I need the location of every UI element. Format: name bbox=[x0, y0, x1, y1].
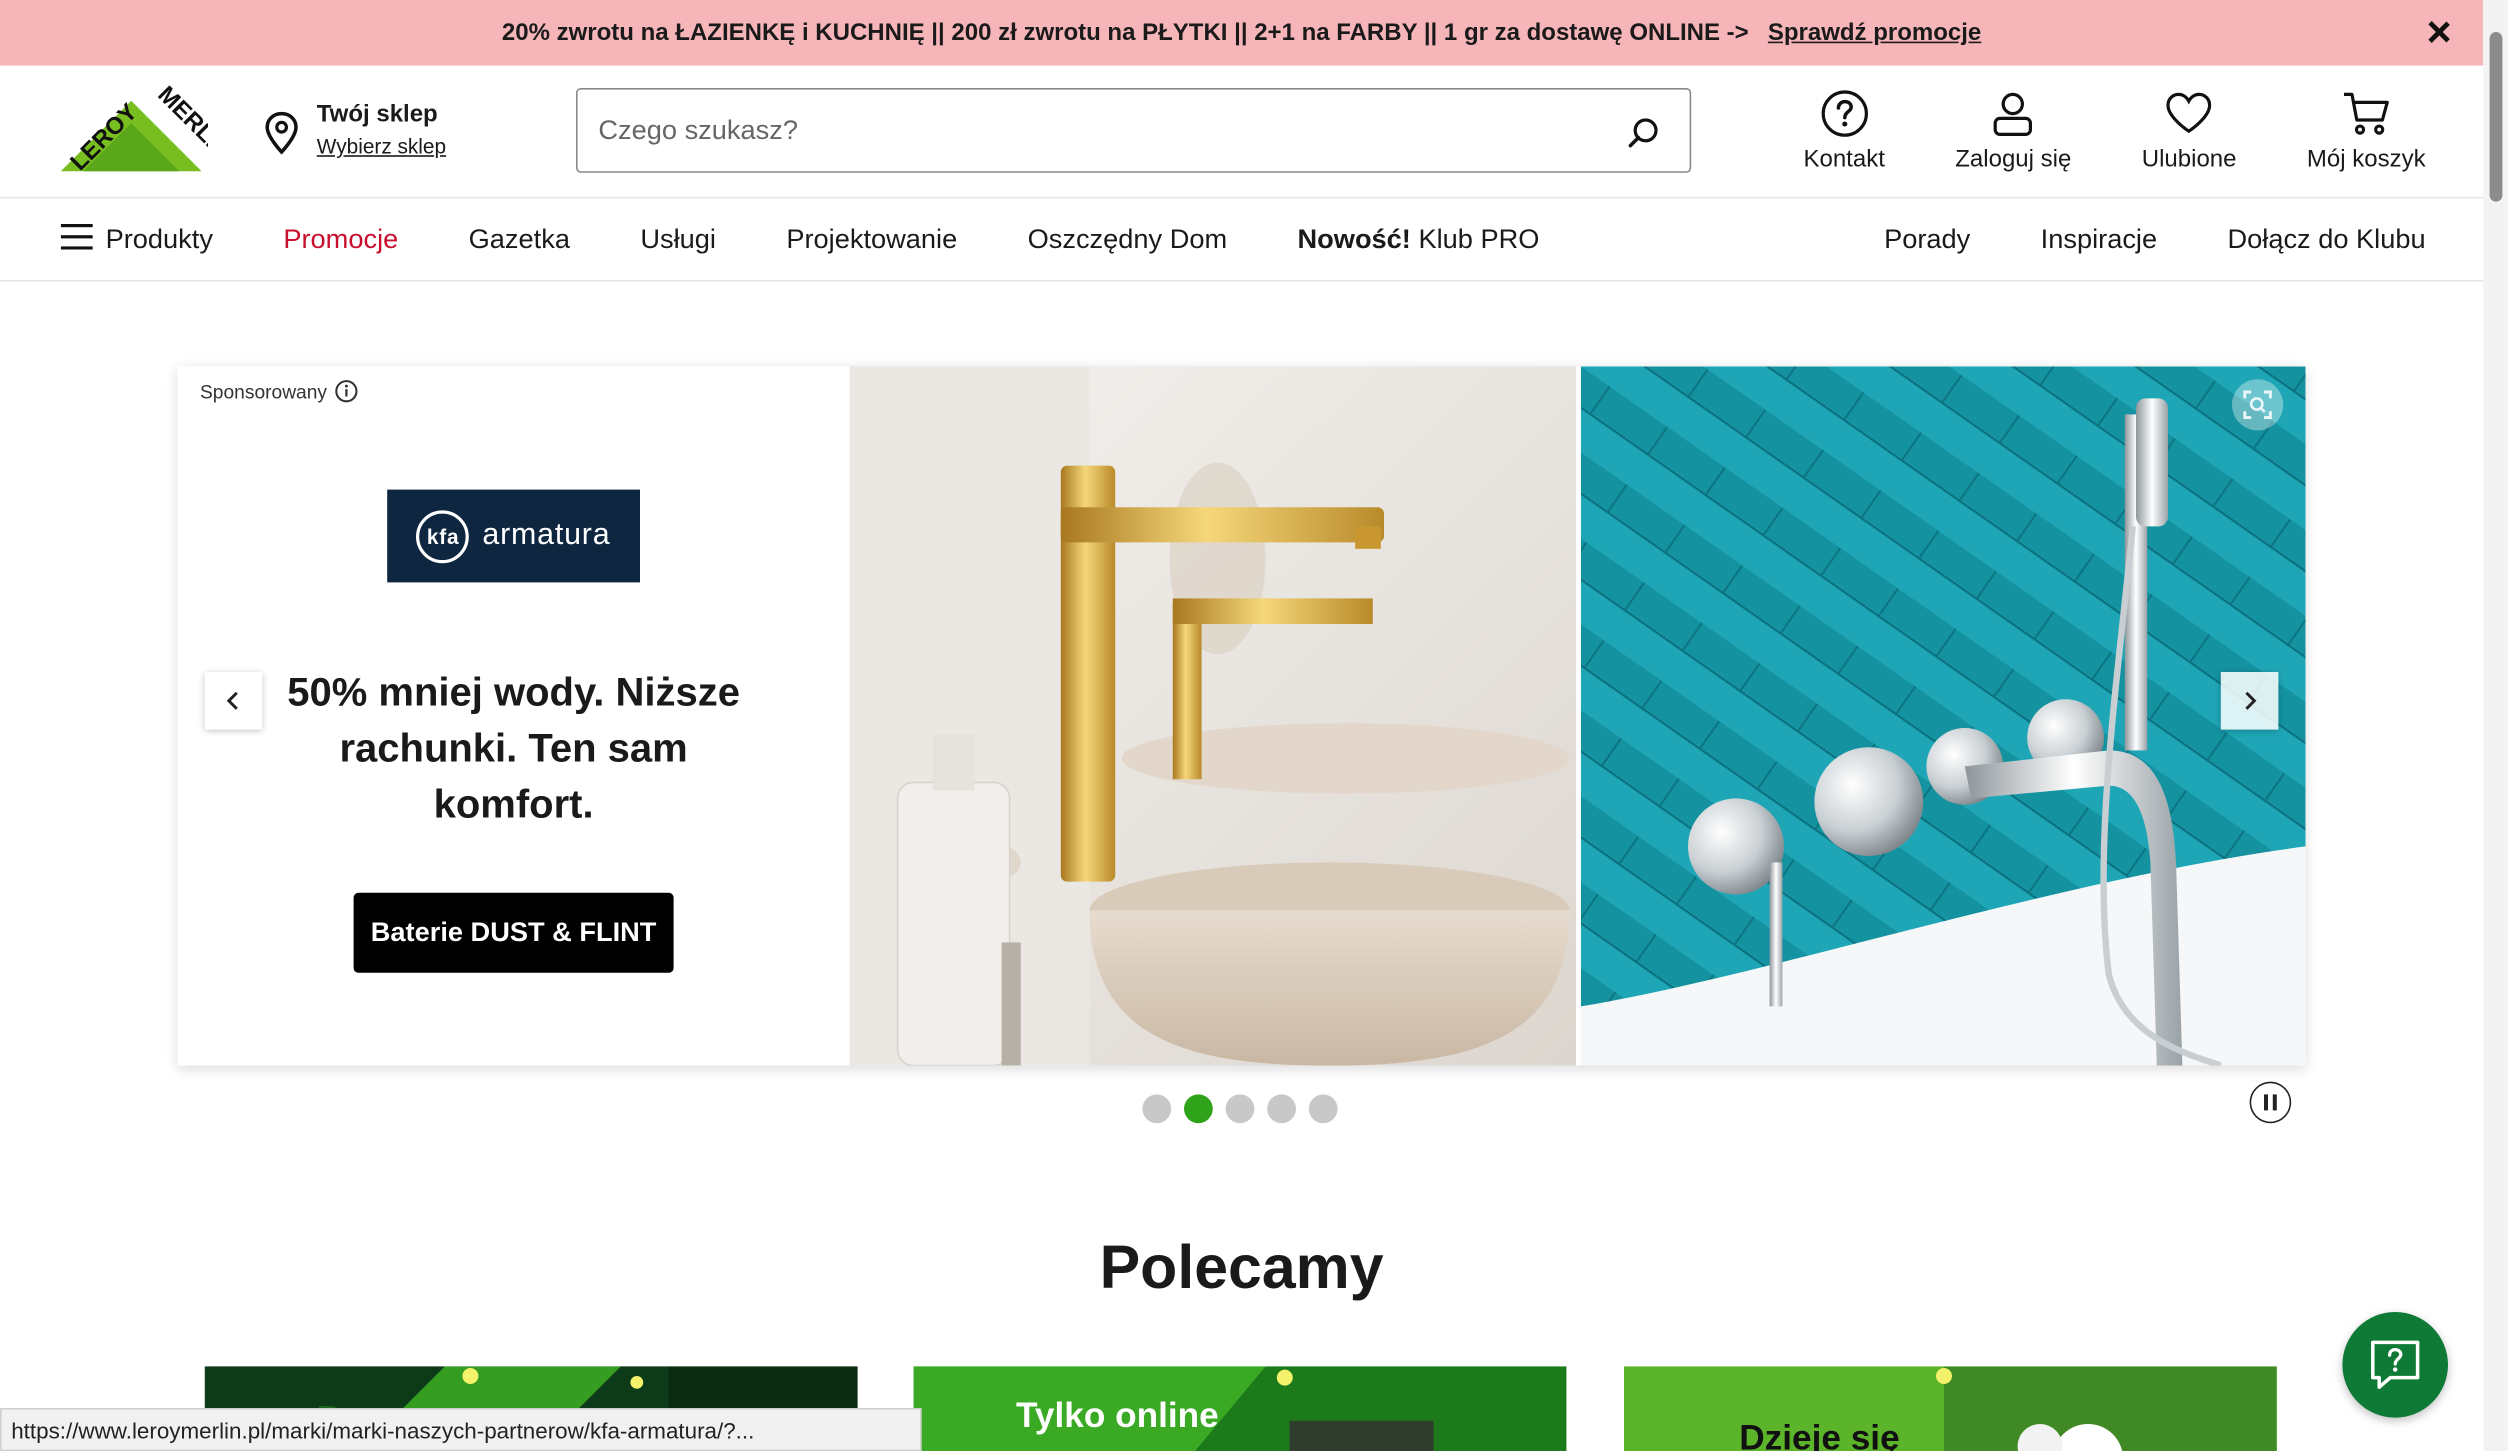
leroy-merlin-logo[interactable]: LEROY MERLIN bbox=[48, 78, 237, 184]
pause-icon bbox=[2264, 1094, 2277, 1111]
cart-icon bbox=[2343, 92, 2389, 135]
login-button[interactable]: Zaloguj się bbox=[1955, 88, 2071, 173]
kfa-mark: kfa bbox=[416, 509, 470, 563]
nav-new-badge: Nowość! bbox=[1297, 223, 1411, 254]
nav-club-pro[interactable]: Nowość! Klub PRO bbox=[1298, 223, 1540, 255]
nav-club-pro-label: Klub PRO bbox=[1418, 223, 1540, 254]
nav-products-label: Produkty bbox=[105, 223, 213, 254]
login-label: Zaloguj się bbox=[1955, 145, 2072, 173]
chat-help-icon bbox=[2371, 1340, 2420, 1389]
cart-label: Mój koszyk bbox=[2306, 145, 2426, 173]
favorites-label: Ulubione bbox=[2141, 145, 2237, 173]
recommended-card-online[interactable]: Tylko online bbox=[913, 1366, 1567, 1451]
help-icon bbox=[1820, 90, 1868, 137]
nav-services[interactable]: Usługi bbox=[640, 223, 716, 255]
card-title: Dzieje się bbox=[1739, 1417, 1900, 1451]
carousel-dot-active[interactable] bbox=[1184, 1094, 1213, 1124]
carousel-dot[interactable] bbox=[1308, 1094, 1338, 1124]
recommended-card-events[interactable]: Dzieje się bbox=[1624, 1366, 2277, 1451]
info-icon[interactable] bbox=[335, 379, 359, 403]
contact-label: Kontakt bbox=[1803, 145, 1885, 173]
sponsored-label: Sponsorowany bbox=[200, 379, 359, 403]
store-selector[interactable]: Twój sklep Wybierz sklep bbox=[262, 100, 446, 158]
promo-link[interactable]: Sprawdź promocje bbox=[1768, 19, 1981, 46]
main-nav: Produkty Promocje Gazetka Usługi Projekt… bbox=[0, 198, 2484, 282]
cart-button[interactable]: Mój koszyk bbox=[2307, 88, 2426, 173]
nav-join-club[interactable]: Dołącz do Klubu bbox=[2228, 224, 2426, 256]
search-box[interactable] bbox=[576, 88, 1692, 173]
slide-image-gold-faucet[interactable] bbox=[849, 366, 1576, 1066]
chevron-right-icon bbox=[2245, 691, 2257, 710]
brand-name: armatura bbox=[482, 518, 611, 552]
carousel-dot[interactable] bbox=[1142, 1094, 1172, 1124]
favorites-button[interactable]: Ulubione bbox=[2142, 88, 2237, 173]
carousel-next-button[interactable] bbox=[2220, 672, 2279, 730]
store-title: Twój sklep bbox=[316, 100, 438, 128]
menu-icon bbox=[60, 224, 93, 250]
nav-products[interactable]: Produkty bbox=[60, 223, 213, 255]
carousel-dot[interactable] bbox=[1225, 1094, 1255, 1124]
promo-text: 20% zwrotu na ŁAZIENKĘ i KUCHNIĘ || 200 … bbox=[501, 19, 1749, 47]
search-input[interactable] bbox=[598, 114, 1559, 147]
nav-leaflet[interactable]: Gazetka bbox=[469, 223, 570, 255]
nav-inspirations[interactable]: Inspiracje bbox=[2041, 224, 2157, 256]
scrollbar-thumb[interactable] bbox=[2489, 32, 2503, 202]
visual-search-button[interactable] bbox=[2232, 379, 2284, 431]
sponsored-text: Sponsorowany bbox=[200, 380, 328, 403]
hero-carousel: Sponsorowany kfa armatura 50% mniej wody… bbox=[177, 366, 2306, 1066]
nav-design[interactable]: Projektowanie bbox=[786, 223, 957, 255]
user-icon bbox=[1994, 92, 2033, 137]
chevron-left-icon bbox=[226, 691, 238, 710]
recommended-title: Polecamy bbox=[1099, 1235, 1384, 1303]
header-actions: Kontakt Zaloguj się Ulubione Mój koszyk bbox=[1733, 88, 2426, 173]
nav-advice[interactable]: Porady bbox=[1884, 224, 1970, 256]
slide-image-shower-mixer[interactable] bbox=[1580, 366, 2306, 1066]
heart-icon bbox=[2166, 92, 2212, 134]
carousel-dots bbox=[1142, 1094, 1350, 1124]
search-icon[interactable] bbox=[1626, 115, 1661, 150]
page: 20% zwrotu na ŁAZIENKĘ i KUCHNIĘ || 200 … bbox=[0, 0, 2508, 1451]
carousel-prev-button[interactable] bbox=[204, 672, 263, 730]
chat-button[interactable] bbox=[2342, 1312, 2448, 1418]
choose-store-link[interactable]: Wybierz sklep bbox=[317, 134, 446, 158]
kfa-armatura-logo[interactable]: kfa armatura bbox=[387, 489, 640, 583]
promo-banner: 20% zwrotu na ŁAZIENKĘ i KUCHNIĘ || 200 … bbox=[0, 0, 2484, 66]
visual-search-icon bbox=[2243, 390, 2272, 420]
location-pin-icon bbox=[265, 111, 298, 155]
slide-cta-button[interactable]: Baterie DUST & FLINT bbox=[353, 892, 674, 973]
nav-promotions[interactable]: Promocje bbox=[283, 223, 398, 255]
page-scrollbar[interactable] bbox=[2483, 0, 2508, 1451]
close-icon[interactable] bbox=[2422, 16, 2454, 48]
slide-headline: 50% mniej wody. Niższe rachunki. Ten sam… bbox=[287, 670, 740, 828]
card-title: Tylko online bbox=[1016, 1395, 1219, 1436]
nav-saving-home[interactable]: Oszczędny Dom bbox=[1028, 223, 1228, 255]
carousel-dot[interactable] bbox=[1267, 1094, 1296, 1124]
contact-button[interactable]: Kontakt bbox=[1803, 88, 1885, 173]
carousel-pause-button[interactable] bbox=[2249, 1081, 2292, 1124]
status-bar-url: https://www.leroymerlin.pl/marki/marki-n… bbox=[0, 1408, 922, 1451]
site-header: LEROY MERLIN Twój sklep Wybierz sklep Cz… bbox=[0, 66, 2484, 199]
